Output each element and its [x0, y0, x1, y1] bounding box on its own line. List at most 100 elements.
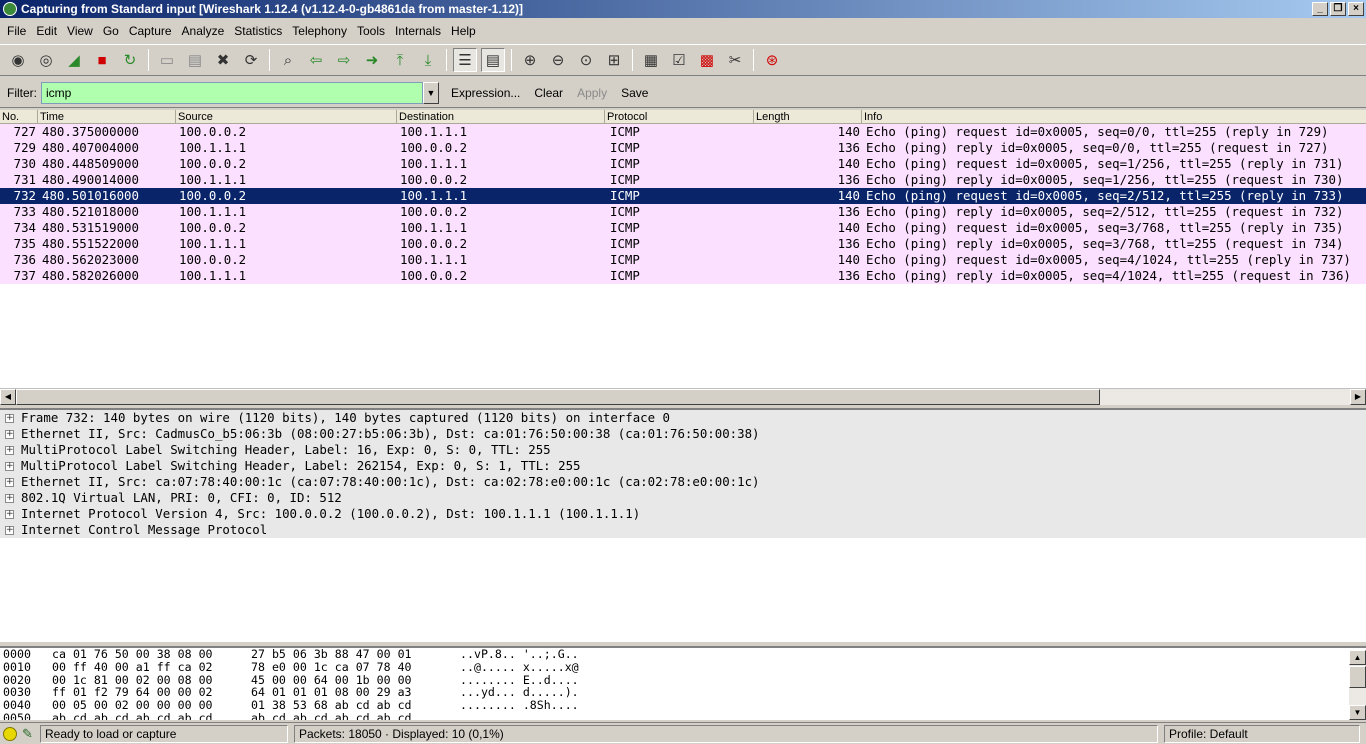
byte-hex-group1[interactable]: 00 ff 40 00 a1 ff ca 02	[52, 660, 213, 674]
column-header-time[interactable]: Time	[38, 110, 176, 124]
table-row[interactable]: 730 480.448509000 100.0.0.2 100.1.1.1 ICMP 14…	[0, 156, 1366, 172]
save-file-icon[interactable]: ▤	[183, 48, 207, 72]
capture-filters-icon[interactable]: ▦	[639, 48, 663, 72]
expand-icon[interactable]: +	[5, 478, 14, 487]
byte-offset[interactable]: 0050	[3, 712, 31, 720]
menu-go[interactable]: Go	[98, 21, 124, 41]
table-row[interactable]: 731 480.490014000 100.1.1.1 100.0.0.2 ICMP 13…	[0, 172, 1366, 188]
expand-icon[interactable]: +	[5, 526, 14, 535]
bytes-vscrollbar[interactable]: ▲ ▼	[1349, 650, 1366, 720]
table-row[interactable]: 732 480.501016000 100.0.0.2 100.1.1.1 ICMP 14…	[0, 188, 1366, 204]
minimize-button[interactable]: _	[1312, 2, 1328, 16]
table-row[interactable]: 733 480.521018000 100.1.1.1 100.0.0.2 ICMP 13…	[0, 204, 1366, 220]
byte-ascii[interactable]: ..@..... x.....x@	[460, 660, 579, 674]
column-header-info[interactable]: Info	[862, 110, 1366, 124]
help-icon[interactable]: ⊛	[760, 48, 784, 72]
menu-capture[interactable]: Capture	[124, 21, 177, 41]
status-profile[interactable]: Profile: Default	[1164, 724, 1360, 743]
column-header-source[interactable]: Source	[176, 110, 397, 124]
menu-telephony[interactable]: Telephony	[287, 21, 352, 41]
table-row[interactable]: 729 480.407004000 100.1.1.1 100.0.0.2 ICMP 13…	[0, 140, 1366, 156]
apply-button[interactable]: Apply	[570, 86, 614, 100]
menu-statistics[interactable]: Statistics	[229, 21, 287, 41]
close-file-icon[interactable]: ✖	[211, 48, 235, 72]
display-filters-icon[interactable]: ☑	[667, 48, 691, 72]
go-last-packet-icon[interactable]: ⤓	[416, 48, 440, 72]
expand-icon[interactable]: +	[5, 494, 14, 503]
go-forward-icon[interactable]: ⇨	[332, 48, 356, 72]
stop-capture-icon[interactable]: ■	[90, 48, 114, 72]
scroll-right-icon[interactable]: ▶	[1350, 389, 1366, 405]
restore-button[interactable]: ❐	[1330, 2, 1346, 16]
table-row[interactable]: 727 480.375000000 100.0.0.2 100.1.1.1 ICMP 14…	[0, 124, 1366, 140]
expert-info-icon[interactable]	[3, 726, 17, 741]
colorize-icon[interactable]: ☰	[453, 48, 477, 72]
column-header-destination[interactable]: Destination	[397, 110, 605, 124]
scroll-down-icon[interactable]: ▼	[1349, 705, 1366, 720]
open-file-icon[interactable]: ▭	[155, 48, 179, 72]
menu-internals[interactable]: Internals	[390, 21, 446, 41]
expand-icon[interactable]: +	[5, 414, 14, 423]
filter-input[interactable]: icmp	[41, 81, 423, 104]
coloring-rules-icon[interactable]: ▩	[695, 48, 719, 72]
go-to-packet-icon[interactable]: ➜	[360, 48, 384, 72]
zoom-out-icon[interactable]: ⊖	[546, 48, 570, 72]
save-filter-button[interactable]: Save	[614, 86, 655, 100]
column-header-length[interactable]: Length	[754, 110, 862, 124]
auto-scroll-icon[interactable]: ▤	[481, 48, 505, 72]
packet-list-hscrollbar[interactable]: ◀ ▶	[0, 388, 1366, 405]
detail-row[interactable]: + Internet Control Message Protocol	[0, 522, 1366, 538]
byte-hex-group1[interactable]: ca 01 76 50 00 38 08 00	[52, 648, 213, 661]
go-back-icon[interactable]: ⇦	[304, 48, 328, 72]
interfaces-icon[interactable]: ◉	[6, 48, 30, 72]
column-header-protocol[interactable]: Protocol	[605, 110, 754, 124]
capture-comment-icon[interactable]: ✎	[22, 726, 38, 742]
menu-analyze[interactable]: Analyze	[177, 21, 230, 41]
table-row[interactable]: 737 480.582026000 100.1.1.1 100.0.0.2 ICMP 13…	[0, 268, 1366, 284]
expand-icon[interactable]: +	[5, 446, 14, 455]
expression-button[interactable]: Expression...	[444, 86, 527, 100]
zoom-normal-icon[interactable]: ⊙	[574, 48, 598, 72]
table-row[interactable]: 735 480.551522000 100.1.1.1 100.0.0.2 ICMP 13…	[0, 236, 1366, 252]
start-capture-icon[interactable]: ◢	[62, 48, 86, 72]
vscroll-thumb[interactable]	[1349, 666, 1366, 688]
table-row[interactable]: 734 480.531519000 100.0.0.2 100.1.1.1 ICMP 14…	[0, 220, 1366, 236]
resize-columns-icon[interactable]: ⊞	[602, 48, 626, 72]
filter-dropdown-icon[interactable]: ▼	[423, 81, 439, 104]
menu-help[interactable]: Help	[446, 21, 481, 41]
detail-row[interactable]: + MultiProtocol Label Switching Header, L…	[0, 442, 1366, 458]
byte-offset[interactable]: 0000	[3, 648, 31, 661]
byte-hex-group1[interactable]: ab cd ab cd ab cd ab cd	[52, 712, 213, 720]
menu-tools[interactable]: Tools	[352, 21, 390, 41]
close-button[interactable]: ×	[1348, 2, 1364, 16]
hscroll-thumb[interactable]	[16, 389, 1100, 405]
column-header-no[interactable]: No.	[0, 110, 38, 124]
preferences-icon[interactable]: ✂	[723, 48, 747, 72]
find-packet-icon[interactable]: ⌕	[276, 48, 300, 72]
capture-options-icon[interactable]: ◎	[34, 48, 58, 72]
clear-button[interactable]: Clear	[527, 86, 570, 100]
menu-edit[interactable]: Edit	[31, 21, 62, 41]
restart-capture-icon[interactable]: ↻	[118, 48, 142, 72]
byte-hex-group2[interactable]: 78 e0 00 1c ca 07 78 40	[251, 660, 412, 674]
menu-view[interactable]: View	[62, 21, 98, 41]
go-first-packet-icon[interactable]: ⤒	[388, 48, 412, 72]
scroll-left-icon[interactable]: ◀	[0, 389, 16, 405]
byte-ascii[interactable]: ..vP.8.. '..;.G..	[460, 648, 579, 661]
byte-hex-group2[interactable]: 27 b5 06 3b 88 47 00 01	[251, 648, 412, 661]
expand-icon[interactable]: +	[5, 510, 14, 519]
scroll-up-icon[interactable]: ▲	[1349, 650, 1366, 665]
detail-row[interactable]: + Ethernet II, Src: ca:07:78:40:00:1c (ca…	[0, 474, 1366, 490]
menu-file[interactable]: File	[2, 21, 31, 41]
expand-icon[interactable]: +	[5, 462, 14, 471]
detail-row[interactable]: + MultiProtocol Label Switching Header, L…	[0, 458, 1366, 474]
byte-ascii[interactable]: ........ ........	[460, 712, 579, 720]
detail-row[interactable]: + Ethernet II, Src: CadmusCo_b5:06:3b (08…	[0, 426, 1366, 442]
detail-row[interactable]: +802.1Q Virtual LAN, PRI: 0, CFI: 0, ID:…	[0, 490, 1366, 506]
detail-row[interactable]: + Frame 732: 140 bytes on wire (1120 bits…	[0, 410, 1366, 426]
byte-hex-group2[interactable]: ab cd ab cd ab cd ab cd	[251, 712, 412, 720]
reload-icon[interactable]: ⟳	[239, 48, 263, 72]
table-row[interactable]: 736 480.562023000 100.0.0.2 100.1.1.1 ICMP 14…	[0, 252, 1366, 268]
zoom-in-icon[interactable]: ⊕	[518, 48, 542, 72]
expand-icon[interactable]: +	[5, 430, 14, 439]
